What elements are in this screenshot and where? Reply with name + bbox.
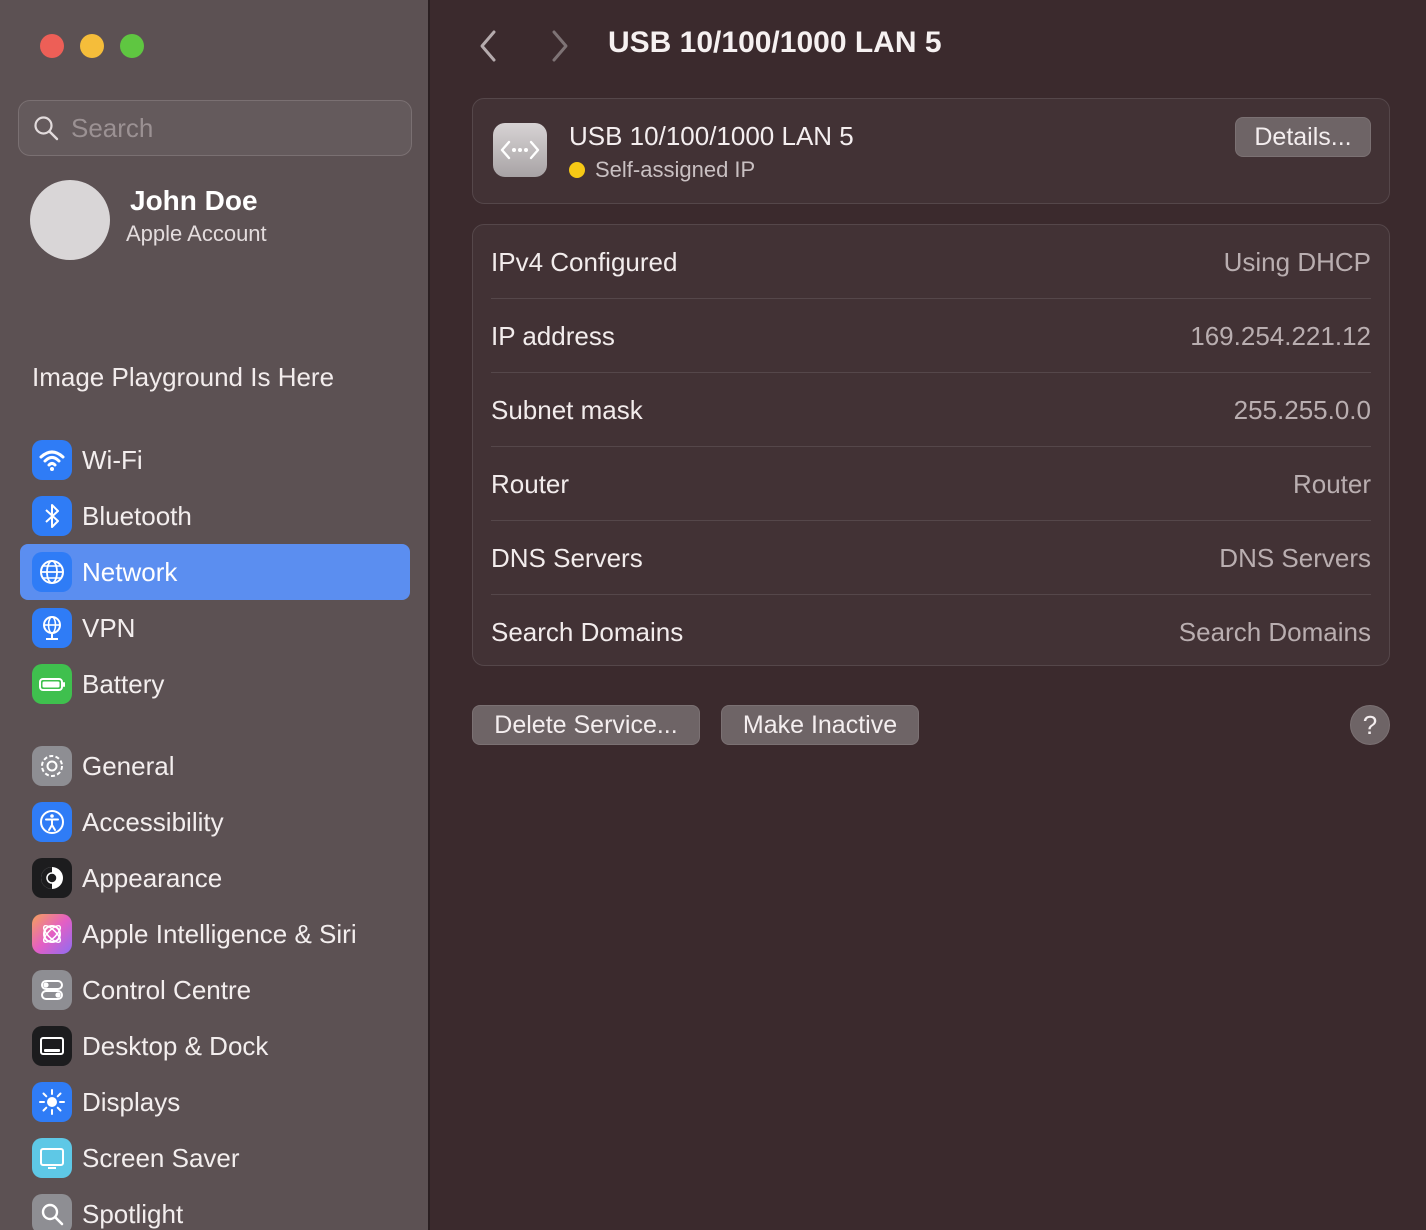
row-label: DNS Servers <box>491 542 643 573</box>
sidebar-item-control-centre[interactable]: Control Centre <box>20 962 410 1018</box>
chevron-left-icon <box>480 30 496 62</box>
row-dns-servers: DNS Servers DNS Servers <box>491 521 1371 595</box>
sidebar-item-general[interactable]: General <box>20 738 410 794</box>
close-button[interactable] <box>40 34 64 58</box>
row-label: Search Domains <box>491 616 684 647</box>
sidebar-item-desktop-dock[interactable]: Desktop & Dock <box>20 1018 410 1074</box>
magnifier-icon <box>32 1194 72 1230</box>
sidebar-item-label: Screen Saver <box>82 1142 240 1173</box>
sidebar-item-network[interactable]: Network <box>20 544 410 600</box>
row-label: IPv4 Configured <box>491 246 678 277</box>
bluetooth-icon <box>32 496 72 536</box>
account-subtitle: Apple Account <box>126 221 267 246</box>
service-card: USB 10/100/1000 LAN 5 Self-assigned IP D… <box>472 98 1390 204</box>
row-label: Subnet mask <box>491 394 643 425</box>
sidebar-item-label: Spotlight <box>82 1198 184 1229</box>
sidebar-item-label: Bluetooth <box>82 500 192 531</box>
delete-service-button[interactable]: Delete Service... <box>472 705 700 745</box>
sidebar-item-label: Appearance <box>82 862 223 893</box>
siri-icon <box>32 914 72 954</box>
sidebar-item-label: Accessibility <box>82 806 224 837</box>
row-value: Router <box>1292 468 1371 499</box>
help-button[interactable]: ? <box>1350 705 1390 745</box>
row-value: 255.255.0.0 <box>1233 394 1371 425</box>
row-ipv4-configured: IPv4 Configured Using DHCP <box>491 225 1371 299</box>
row-value: Search Domains <box>1178 616 1371 647</box>
accessibility-icon <box>32 802 72 842</box>
page-title: USB 10/100/1000 LAN 5 <box>608 26 942 59</box>
sidebar-item-accessibility[interactable]: Accessibility <box>20 794 410 850</box>
sidebar-item-battery[interactable]: Battery <box>20 656 410 712</box>
make-inactive-button[interactable]: Make Inactive <box>721 705 919 745</box>
wifi-icon <box>32 440 72 480</box>
search-icon <box>34 116 59 141</box>
sidebar-item-label: VPN <box>82 612 136 643</box>
sidebar-item-vpn[interactable]: VPN <box>20 600 410 656</box>
sidebar-item-screen-saver[interactable]: Screen Saver <box>20 1130 410 1186</box>
back-button[interactable] <box>470 26 506 66</box>
sidebar-item-label: Apple Intelligence & Siri <box>82 918 357 949</box>
sidebar-item-appearance[interactable]: Appearance <box>20 850 410 906</box>
service-status: Self-assigned IP <box>569 157 755 183</box>
forward-button[interactable] <box>542 26 578 66</box>
sidebar-item-label: Displays <box>82 1086 181 1117</box>
row-ip-address: IP address 169.254.221.12 <box>491 299 1371 373</box>
appearance-icon <box>32 858 72 898</box>
ethernet-icon <box>493 123 547 177</box>
screen-saver-icon <box>32 1138 72 1178</box>
ip-info-card: IPv4 Configured Using DHCP IP address 16… <box>472 224 1390 666</box>
sidebar-group-system: General Accessibility Appearance Apple I… <box>20 738 410 1230</box>
dock-icon <box>32 1026 72 1066</box>
status-dot-icon <box>569 162 585 178</box>
row-subnet-mask: Subnet mask 255.255.0.0 <box>491 373 1371 447</box>
gear-icon <box>32 746 72 786</box>
avatar <box>30 180 110 260</box>
zoom-button[interactable] <box>120 34 144 58</box>
main-pane: USB 10/100/1000 LAN 5 USB 10/100/1000 LA… <box>432 0 1426 1230</box>
system-settings-window: John Doe Apple Account Image Playground … <box>0 0 1426 1230</box>
row-value: 169.254.221.12 <box>1190 320 1371 351</box>
control-centre-icon <box>32 970 72 1010</box>
row-search-domains: Search Domains Search Domains <box>491 595 1371 669</box>
row-value: Using DHCP <box>1223 246 1371 277</box>
sidebar-item-label: General <box>82 750 175 781</box>
sidebar-item-label: Battery <box>82 668 165 699</box>
sidebar: John Doe Apple Account Image Playground … <box>0 0 430 1230</box>
sidebar-item-label: Network <box>82 556 178 587</box>
chevron-right-icon <box>552 30 568 62</box>
vpn-globe-icon <box>32 608 72 648</box>
promo-banner[interactable]: Image Playground Is Here <box>32 362 334 393</box>
globe-icon <box>32 552 72 592</box>
sidebar-group-connectivity: Wi-Fi Bluetooth Network VPN Battery <box>20 432 410 712</box>
sun-icon <box>32 1082 72 1122</box>
minimize-button[interactable] <box>80 34 104 58</box>
search-field[interactable] <box>18 100 412 156</box>
details-button[interactable]: Details... <box>1235 117 1371 157</box>
sidebar-item-bluetooth[interactable]: Bluetooth <box>20 488 410 544</box>
status-text: Self-assigned IP <box>595 157 756 182</box>
window-controls <box>40 34 144 58</box>
sidebar-item-wifi[interactable]: Wi-Fi <box>20 432 410 488</box>
sidebar-item-label: Desktop & Dock <box>82 1030 269 1061</box>
search-input[interactable] <box>71 112 391 144</box>
row-label: IP address <box>491 320 615 351</box>
battery-icon <box>32 664 72 704</box>
account-name: John Doe <box>130 185 258 216</box>
row-value: DNS Servers <box>1219 542 1371 573</box>
sidebar-item-spotlight[interactable]: Spotlight <box>20 1186 410 1230</box>
row-router: Router Router <box>491 447 1371 521</box>
apple-account[interactable]: John Doe Apple Account <box>30 180 267 260</box>
sidebar-item-apple-intelligence-siri[interactable]: Apple Intelligence & Siri <box>20 906 410 962</box>
sidebar-item-displays[interactable]: Displays <box>20 1074 410 1130</box>
sidebar-item-label: Wi-Fi <box>82 444 143 475</box>
service-name: USB 10/100/1000 LAN 5 <box>569 121 854 151</box>
row-label: Router <box>491 468 570 499</box>
sidebar-item-label: Control Centre <box>82 974 252 1005</box>
